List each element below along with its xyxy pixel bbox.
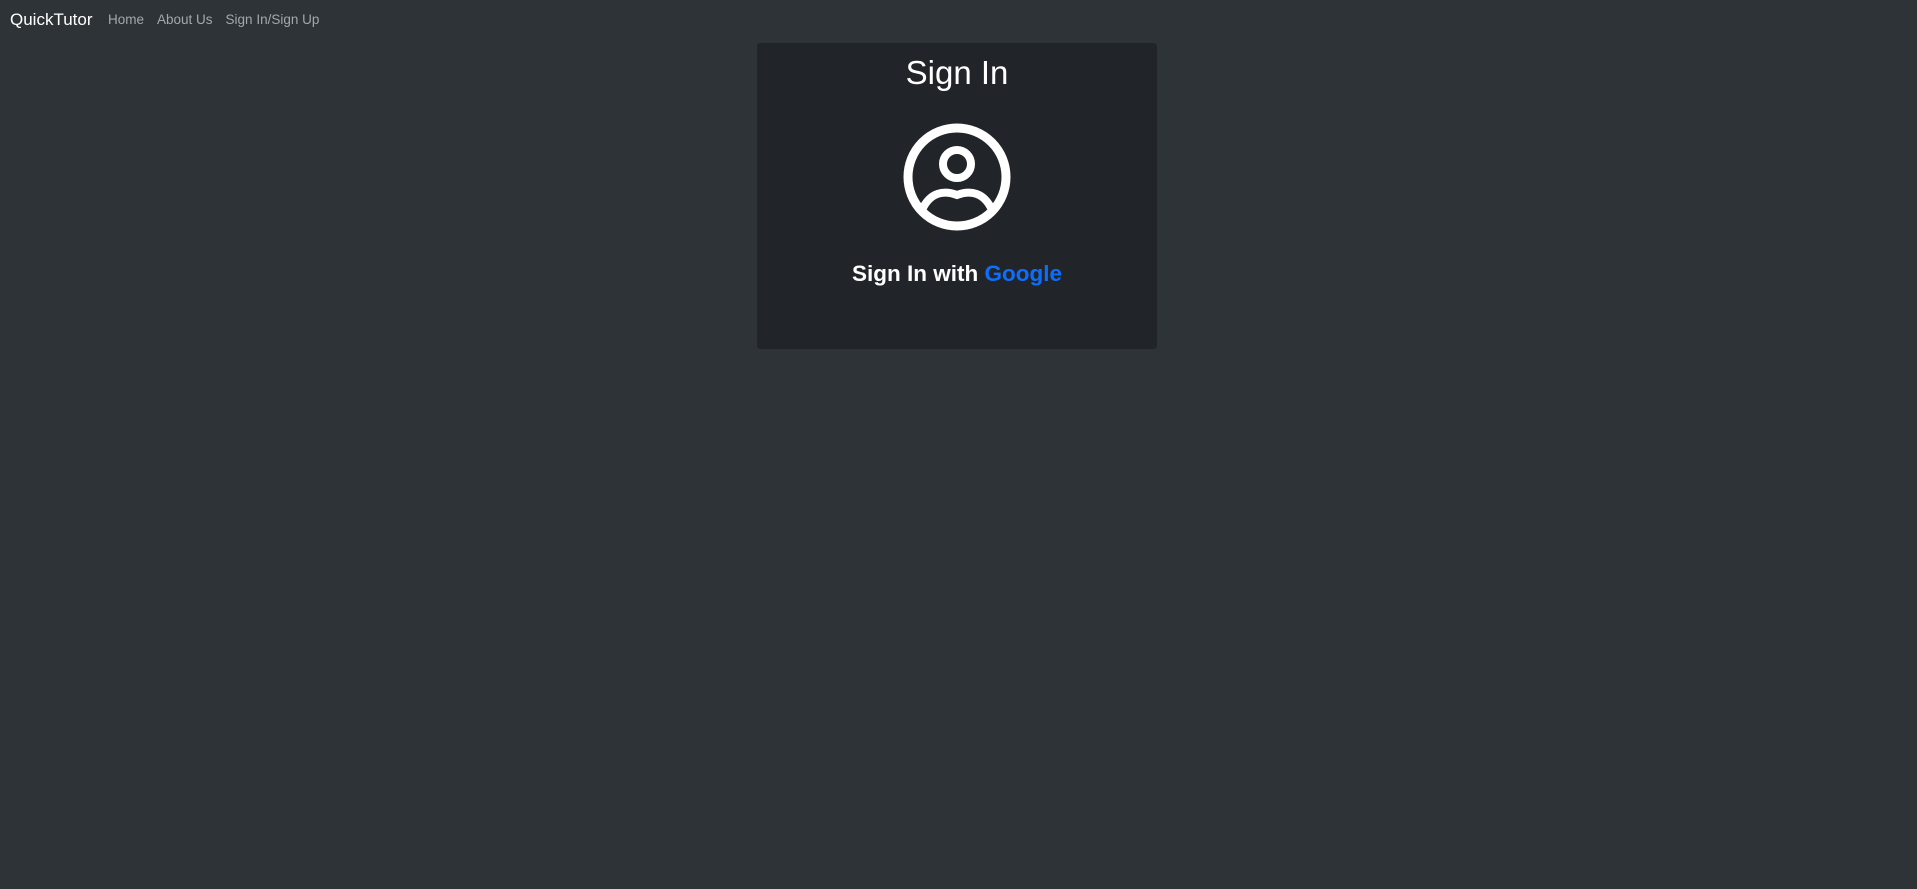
nav-link-home[interactable]: Home <box>108 11 144 29</box>
nav-links: Home About Us Sign In/Sign Up <box>108 11 332 29</box>
nav-link-sign-in-sign-up[interactable]: Sign In/Sign Up <box>226 11 320 29</box>
card-title: Sign In <box>905 54 1009 91</box>
sign-in-with-google-button[interactable]: Sign In with Google <box>757 259 1157 289</box>
navbar: QuickTutor Home About Us Sign In/Sign Up <box>0 0 1917 40</box>
person-circle-icon <box>903 123 1011 231</box>
nav-link-about-us[interactable]: About Us <box>157 11 213 29</box>
brand-link[interactable]: QuickTutor <box>10 9 93 31</box>
google-link[interactable]: Google <box>984 261 1062 286</box>
sign-in-card: Sign In Sign In with Google <box>757 43 1157 349</box>
sign-in-prefix-text: Sign In with <box>852 261 985 286</box>
